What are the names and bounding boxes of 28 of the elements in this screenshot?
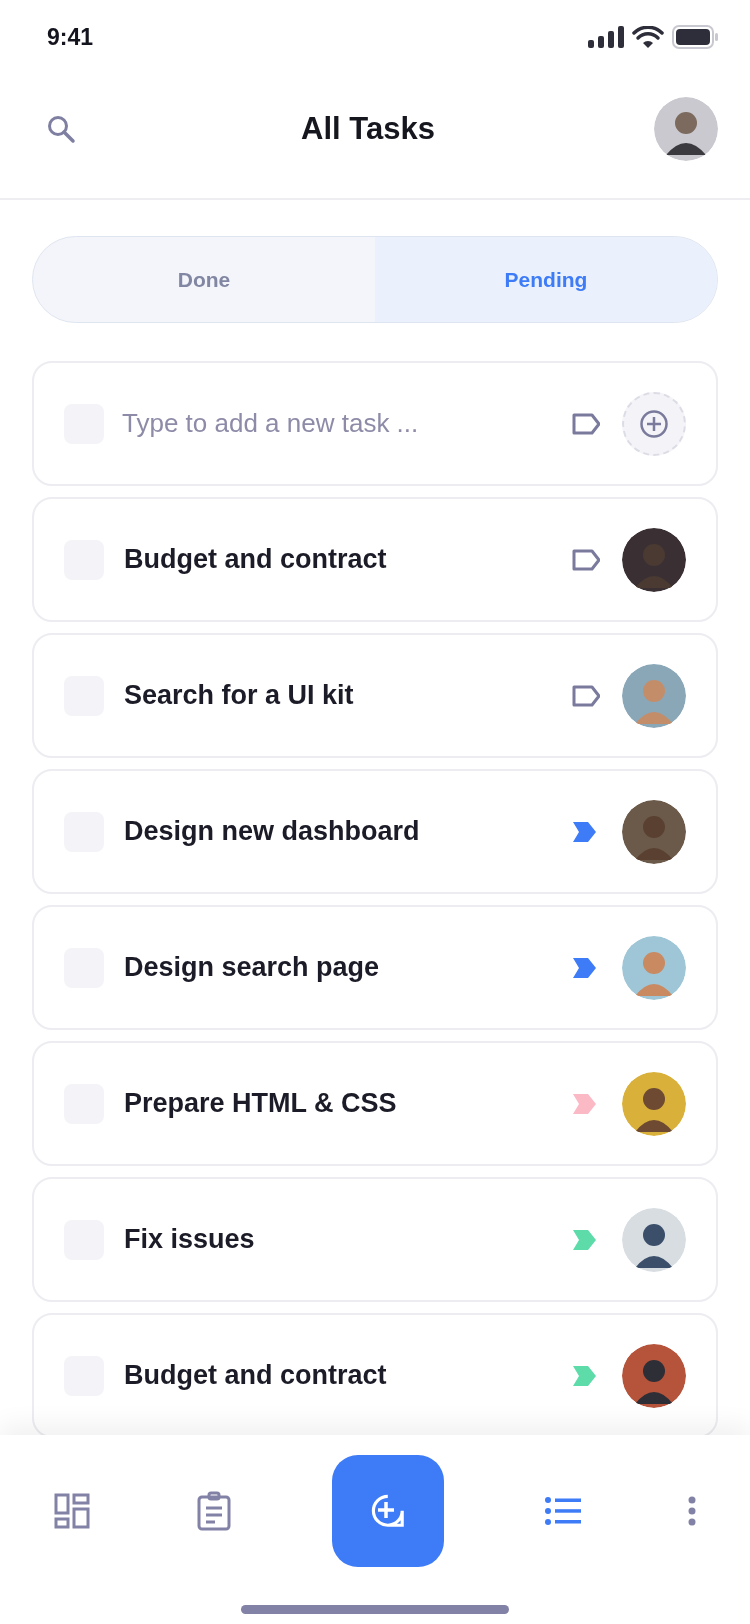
profile-avatar[interactable] <box>654 97 718 161</box>
tab[interactable]: Done <box>33 237 375 322</box>
add-button[interactable] <box>331 1455 444 1567</box>
avatar <box>622 799 686 864</box>
task-title: Budget and contract <box>124 1359 388 1393</box>
wifi-icon <box>632 26 664 48</box>
status-time: 9:41 <box>47 22 94 52</box>
task-title: Search for a UI kit <box>124 679 355 713</box>
task-title: Budget and contract <box>124 543 388 577</box>
avatar <box>622 527 686 592</box>
page-title: All Tasks <box>301 109 435 148</box>
plus-icon <box>639 408 669 439</box>
task-title: Design new dashboard <box>124 815 421 849</box>
tab[interactable]: Pending <box>375 237 717 322</box>
tag-icon[interactable] <box>572 412 600 435</box>
avatar <box>622 935 686 1000</box>
avatar <box>622 663 686 728</box>
tag-icon[interactable] <box>572 548 600 571</box>
task-title: Design search page <box>124 951 381 985</box>
avatar <box>622 1071 686 1136</box>
task-title: Fix issues <box>124 1223 256 1257</box>
new-task-input[interactable]: Type to add a new task ... <box>120 403 572 444</box>
avatar <box>622 1343 686 1408</box>
battery-icon <box>672 25 718 49</box>
signal-icon <box>588 26 624 48</box>
avatar <box>622 1207 686 1272</box>
tag-icon[interactable] <box>572 684 600 707</box>
task-title: Prepare HTML & CSS <box>124 1087 398 1121</box>
